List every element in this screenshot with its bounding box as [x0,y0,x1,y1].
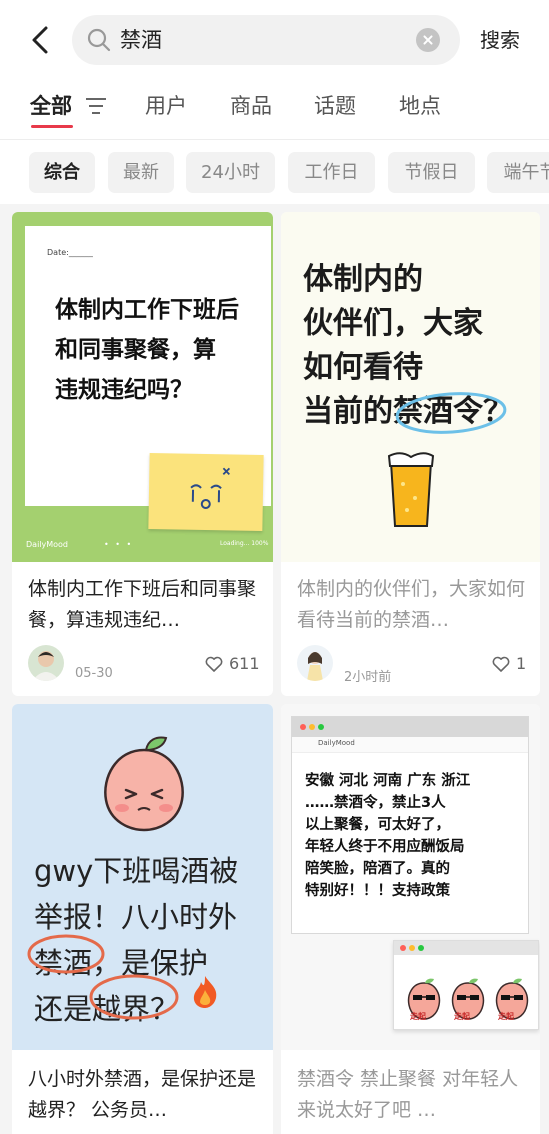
author-avatar-icon [297,645,333,681]
note-card[interactable]: DailyMood 安徽 河北 河南 广东 浙江 ……禁酒令，禁止3人 以上聚餐… [281,704,540,1134]
note-time: 2小时前 [344,670,392,685]
highlight-circle [395,392,507,434]
note-time: 05-30 [75,666,113,681]
avatar[interactable] [28,645,64,681]
crying-face-icon [190,467,231,509]
active-tab-indicator [31,125,73,128]
note-card[interactable]: gwy下班喝酒被 举报！八小时外 禁酒，是保护 还是越界？ 八小时外禁酒，是保护… [12,704,273,1134]
note-title: 体制内工作下班后和同事聚餐，算违规违纪… [28,578,257,631]
back-arrow-icon[interactable] [28,24,54,56]
close-dot-icon [400,945,406,951]
sticky-note [148,453,264,531]
sticker-window-titlebar [394,941,538,955]
maximize-dot-icon [418,945,424,951]
browser-url: DailyMood [318,739,355,747]
beer-glass-icon [387,452,435,527]
like-count[interactable]: 1 [492,654,526,674]
like-count[interactable]: 611 [205,654,260,674]
result-type-tabs: 全部 用户 商品 话题 地点 [0,80,549,140]
search-query-text: 禁酒 [120,28,162,52]
search-header: 禁酒 搜索 [0,0,549,80]
tab-products[interactable]: 商品 [230,92,272,120]
close-dot-icon [300,724,306,730]
note-cover-image: 体制内的 伙伴们，大家 如何看待 当前的禁酒令？ [281,212,540,562]
search-button[interactable]: 搜索 [480,26,520,54]
chip-holiday[interactable]: 节假日 [388,152,475,193]
clear-icon[interactable] [416,28,440,52]
chip-latest[interactable]: 最新 [108,152,174,193]
filter-chips: 综合 最新 24小时 工作日 节假日 端午节 [0,140,549,204]
note-card[interactable]: Date:______ 体制内工作下班后 和同事聚餐，算 违规违纪吗？ Dail… [12,212,273,696]
chip-workday[interactable]: 工作日 [288,152,375,193]
author-avatar-icon [28,645,64,681]
browser-titlebar [292,717,528,737]
maximize-dot-icon [318,724,324,730]
cover-text: 体制内工作下班后 和同事聚餐，算 违规违纪吗？ [55,297,239,403]
sticker-label: 走起 [410,1012,426,1021]
tab-users[interactable]: 用户 [145,92,187,120]
cover-loading: Loading... 100% [220,540,269,547]
browser-address-bar: DailyMood [292,737,528,753]
sticker-label: 走起 [454,1012,470,1021]
chip-dragon-boat[interactable]: 端午节 [487,152,549,193]
cover-date-label: Date:______ [47,248,93,257]
fire-icon [193,976,217,1008]
cover-brand: DailyMood [26,540,69,549]
tab-all[interactable]: 全部 [30,92,72,120]
note-cover-image: gwy下班喝酒被 举报！八小时外 禁酒，是保护 还是越界？ [12,704,273,1050]
note-cover-image: DailyMood 安徽 河北 河南 广东 浙江 ……禁酒令，禁止3人 以上聚餐… [281,704,540,1050]
search-input[interactable]: 禁酒 [72,15,460,65]
sticker-window: 走起 走起 走起 [393,940,539,1030]
peach-mascot-icon [104,736,184,832]
chip-comprehensive[interactable]: 综合 [29,152,95,193]
like-count-value: 1 [516,654,527,673]
like-count-value: 611 [229,654,260,673]
filter-icon[interactable] [85,97,107,115]
note-card[interactable]: 体制内的 伙伴们，大家 如何看待 当前的禁酒令？ 体制内的伙伴们，大家如何看待当… [281,212,540,696]
minimize-dot-icon [309,724,315,730]
heart-icon [492,656,510,672]
note-title: 禁酒令 禁止聚餐 对年轻人来说太好了吧 … [297,1068,519,1121]
cover-dots: • • • [104,540,134,549]
sticker-label: 走起 [498,1012,514,1021]
search-icon [87,28,111,52]
minimize-dot-icon [409,945,415,951]
note-title: 八小时外禁酒，是保护还是越界？ 公务员… [28,1068,257,1121]
tab-places[interactable]: 地点 [399,92,441,120]
chip-24h[interactable]: 24小时 [186,152,275,193]
cover-text: 安徽 河北 河南 广东 浙江 ……禁酒令，禁止3人 以上聚餐，可太好了， 年轻人… [305,773,471,899]
note-title: 体制内的伙伴们，大家如何看待当前的禁酒… [297,578,526,631]
avatar[interactable] [297,645,333,681]
heart-icon [205,656,223,672]
note-cover-image: Date:______ 体制内工作下班后 和同事聚餐，算 违规违纪吗？ Dail… [12,212,273,562]
tab-topics[interactable]: 话题 [314,92,356,120]
highlight-circle [89,974,179,1020]
